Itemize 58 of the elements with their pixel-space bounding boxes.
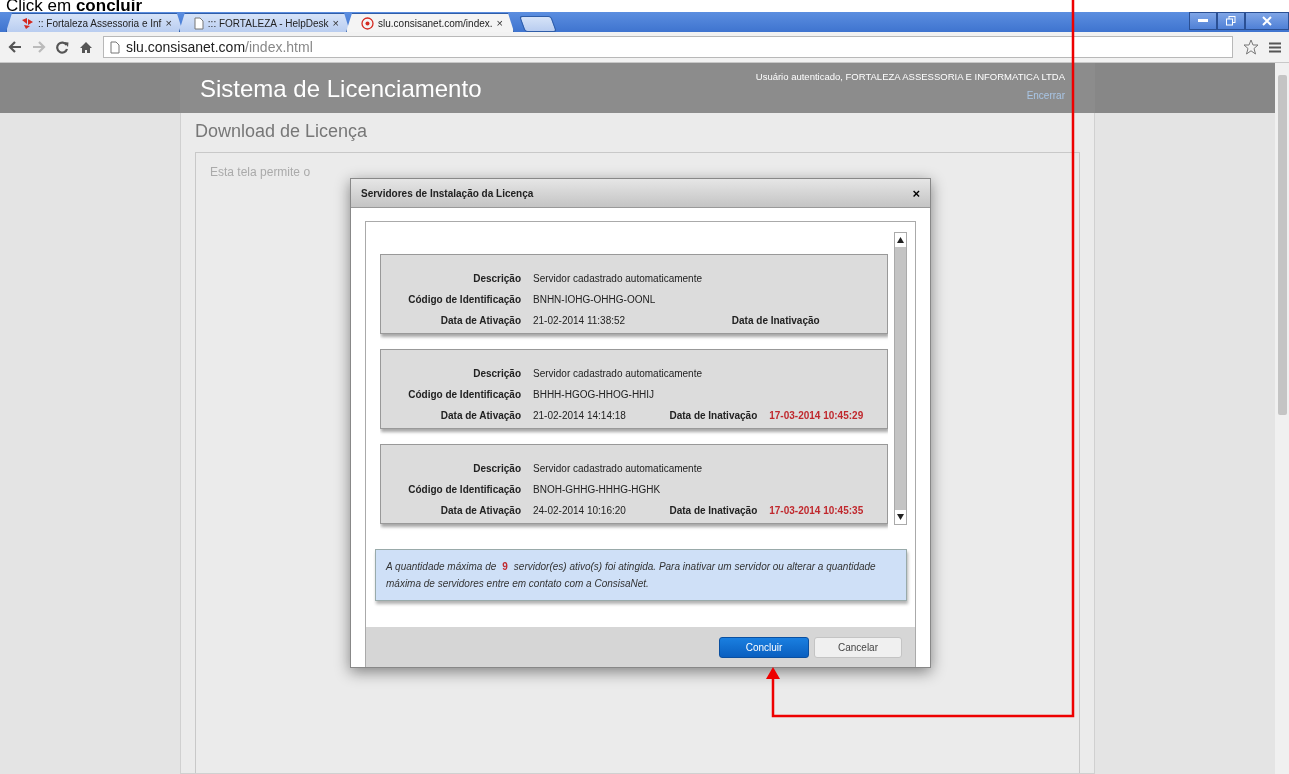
- restore-button[interactable]: [1217, 12, 1245, 30]
- field-label: Data de Inativação: [668, 409, 758, 421]
- page-title: Download de Licença: [195, 121, 369, 142]
- field-value: 21-02-2014 14:14:18: [533, 409, 627, 421]
- site-title: Sistema de Licenciamento: [200, 75, 482, 103]
- browser-tab[interactable]: :: Fortaleza Assessoria e Inf ×: [6, 13, 183, 32]
- field-value: Servidor cadastrado automaticamente: [533, 462, 703, 474]
- down-arrow-icon[interactable]: [897, 514, 904, 520]
- restore-icon: [1226, 16, 1236, 26]
- browser-tab[interactable]: slu.consisanet.com/index. ×: [346, 13, 514, 32]
- field-value: Servidor cadastrado automaticamente: [533, 367, 703, 379]
- site-logo-icon: [21, 16, 34, 30]
- up-arrow-icon[interactable]: [897, 237, 904, 243]
- confirm-button[interactable]: Concluir: [719, 636, 809, 658]
- target-icon: [361, 16, 375, 30]
- dialog-title: Servidores de Instalação da Licença: [361, 187, 534, 199]
- close-button[interactable]: ×: [912, 185, 920, 201]
- field-value: 24-02-2014 10:16:20: [533, 504, 627, 516]
- address-field[interactable]: slu.consisanet.com/index.html: [103, 36, 1233, 58]
- field-label: Data de Inativação: [668, 504, 758, 516]
- field-label: Código de Identificação: [407, 293, 521, 305]
- limit-notice: A quantidade máxima de 9 servidor(es) ativo(s) foi atingida. Para inativar um servidor ou alterar a quantidade máxima de servidores entre em contato com a ConsisaNet.: [375, 549, 907, 601]
- close-icon: [1262, 16, 1272, 26]
- new-tab-button[interactable]: [519, 16, 557, 32]
- field-label: Data de Inativação: [730, 314, 820, 326]
- close-icon[interactable]: ×: [496, 17, 503, 29]
- intro-text: Esta tela permite o: [210, 165, 312, 179]
- user-status: Usuário autenticado, FORTALEZA ASSESSORIA E INFORMATICA LTDA: [755, 71, 1065, 82]
- close-icon[interactable]: ×: [332, 17, 340, 29]
- page-icon: [193, 16, 204, 30]
- field-label: Descrição: [472, 272, 521, 284]
- minimize-icon: [1198, 19, 1208, 23]
- field-value: BHHH-HGOG-HHOG-HHIJ: [533, 388, 656, 400]
- reload-icon[interactable]: [56, 40, 69, 54]
- field-label: Data de Ativação: [439, 504, 521, 516]
- menu-icon[interactable]: [1269, 41, 1281, 53]
- field-label: Descrição: [472, 462, 521, 474]
- field-value: Servidor cadastrado automaticamente: [533, 272, 703, 284]
- field-label: Código de Identificação: [407, 388, 521, 400]
- field-value: 17-03-2014 10:45:35: [769, 504, 865, 516]
- star-icon[interactable]: [1243, 39, 1259, 55]
- field-value: BNOH-GHHG-HHHG-HGHK: [533, 483, 662, 495]
- close-window-button[interactable]: [1245, 12, 1289, 30]
- list-scrollbar[interactable]: [894, 232, 907, 525]
- back-icon[interactable]: [8, 41, 22, 53]
- field-label: Descrição: [472, 367, 521, 379]
- field-value: 21-02-2014 11:38:52: [533, 314, 627, 326]
- page-scrollbar[interactable]: [1275, 63, 1289, 774]
- home-icon[interactable]: [79, 40, 93, 54]
- close-icon[interactable]: ×: [165, 17, 172, 29]
- cancel-button[interactable]: Cancelar: [814, 636, 902, 658]
- field-value: 17-03-2014 10:45:29: [769, 409, 865, 421]
- field-label: Data de Ativação: [439, 409, 521, 421]
- field-label: Data de Ativação: [439, 314, 521, 326]
- field-value: BNHN-IOHG-OHHG-OONL: [533, 293, 657, 305]
- minimize-button[interactable]: [1189, 12, 1217, 30]
- page-icon: [110, 40, 120, 54]
- field-label: Código de Identificação: [407, 483, 521, 495]
